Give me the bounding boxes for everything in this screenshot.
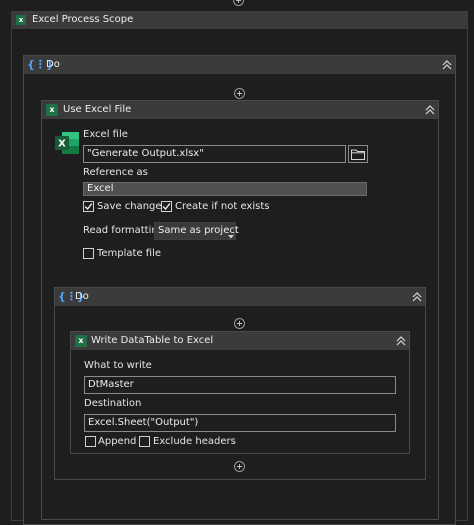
save-changes-label: Save changes bbox=[97, 201, 167, 212]
add-activity-bottom-icon[interactable] bbox=[234, 461, 245, 472]
append-label: Append bbox=[98, 436, 137, 447]
excel-file-label: Excel file bbox=[83, 129, 128, 140]
folder-icon bbox=[351, 149, 365, 160]
write-datatable-title: Write DataTable to Excel bbox=[91, 335, 214, 346]
excel-icon: x bbox=[46, 104, 58, 116]
inner-do-header[interactable]: {⋮} Do bbox=[55, 288, 425, 306]
exclude-headers-checkbox[interactable] bbox=[139, 436, 150, 447]
add-activity-inner-do-icon[interactable] bbox=[234, 318, 245, 329]
template-file-label: Template file bbox=[97, 248, 162, 259]
excel-icon: x bbox=[75, 335, 87, 347]
use-excel-file-header[interactable]: x Use Excel File bbox=[42, 101, 438, 119]
browse-folder-button[interactable] bbox=[348, 145, 368, 163]
use-excel-file-title: Use Excel File bbox=[63, 104, 132, 115]
chevron-down-icon bbox=[228, 229, 234, 245]
exclude-headers-label: Exclude headers bbox=[153, 436, 236, 447]
create-if-not-exists-label: Create if not exists bbox=[175, 201, 270, 212]
write-datatable-header[interactable]: x Write DataTable to Excel bbox=[71, 332, 409, 350]
collapse-inner-do-icon[interactable] bbox=[412, 292, 422, 302]
inner-do-title: Do bbox=[75, 291, 89, 302]
destination-input[interactable]: Excel.Sheet("Output") bbox=[84, 414, 396, 432]
collapse-outer-do-icon[interactable] bbox=[442, 60, 452, 70]
excel-file-large-icon: X bbox=[54, 130, 80, 156]
save-changes-checkbox[interactable] bbox=[83, 201, 94, 212]
read-formatting-label: Read formatting bbox=[83, 225, 165, 236]
read-formatting-value: Same as project bbox=[158, 225, 239, 236]
create-if-not-exists-checkbox[interactable] bbox=[161, 201, 172, 212]
add-activity-outer-do-icon[interactable] bbox=[234, 88, 245, 99]
excel-process-scope-header[interactable]: x Excel Process Scope bbox=[12, 12, 467, 29]
checkmark-icon bbox=[84, 203, 93, 211]
collapse-use-excel-file-icon[interactable] bbox=[425, 105, 435, 115]
excel-process-scope-title: Excel Process Scope bbox=[32, 14, 134, 25]
svg-text:X: X bbox=[58, 139, 66, 150]
append-checkbox[interactable] bbox=[85, 436, 96, 447]
template-file-checkbox[interactable] bbox=[83, 248, 94, 259]
excel-file-input[interactable]: "Generate Output.xlsx" bbox=[83, 145, 346, 163]
excel-icon: x bbox=[16, 15, 26, 25]
reference-as-input[interactable]: Excel bbox=[83, 182, 367, 196]
what-to-write-label: What to write bbox=[84, 360, 152, 371]
reference-as-label: Reference as bbox=[83, 167, 148, 178]
destination-label: Destination bbox=[84, 398, 142, 409]
add-activity-top-icon[interactable] bbox=[233, 0, 244, 6]
outer-do-header[interactable]: {⋮} Do bbox=[24, 56, 455, 74]
checkmark-icon bbox=[162, 203, 171, 211]
collapse-write-datatable-icon[interactable] bbox=[396, 336, 406, 346]
outer-do-title: Do bbox=[46, 59, 60, 70]
what-to-write-input[interactable]: DtMaster bbox=[84, 376, 396, 394]
read-formatting-dropdown[interactable]: Same as project bbox=[154, 222, 239, 240]
